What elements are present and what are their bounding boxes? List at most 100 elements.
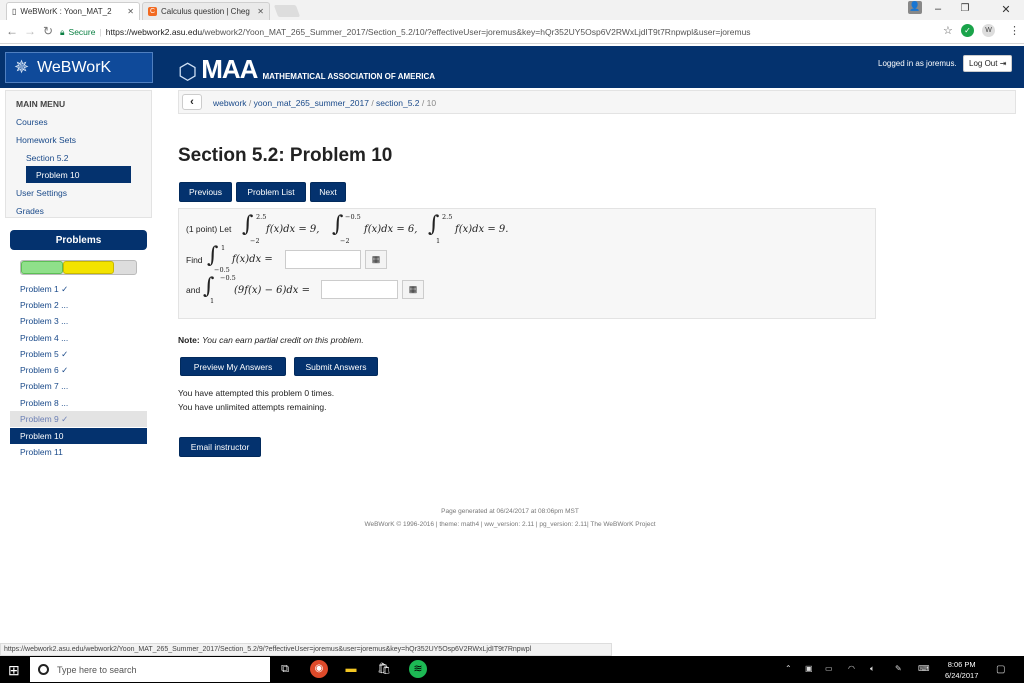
tray-app-icon[interactable]: ▣: [805, 664, 813, 673]
notifications-icon[interactable]: ▢: [996, 664, 1005, 675]
footer-credits: WeBWorK © 1996-2016 | theme: math4 | ww_…: [364, 521, 656, 528]
secure-label: Secure: [68, 27, 96, 37]
clock[interactable]: 8:06 PM 6/24/2017: [945, 659, 978, 681]
integral-expr: f(x)dx = 6,: [364, 224, 418, 235]
extension-w-icon[interactable]: W: [982, 24, 995, 37]
back-icon[interactable]: ←: [6, 24, 18, 38]
integral-sign: ∫: [428, 212, 440, 237]
extension-check-icon[interactable]: ✓: [961, 24, 974, 37]
sidebar-item-problem[interactable]: Problem 10: [26, 166, 131, 183]
breadcrumb-course[interactable]: yoon_mat_265_summer_2017: [254, 98, 369, 108]
profile-icon[interactable]: 👤: [908, 1, 922, 14]
spotify-icon[interactable]: ≋: [409, 660, 427, 678]
windows-start-icon[interactable]: ⊞: [8, 662, 20, 679]
problem-list-button[interactable]: Problem List: [236, 182, 306, 202]
problem-list-item[interactable]: Problem 5 ✓: [10, 346, 147, 362]
battery-icon[interactable]: ▭: [825, 664, 833, 673]
taskbar-search[interactable]: Type here to search: [30, 657, 270, 682]
answer-input-2[interactable]: [321, 280, 398, 299]
equation-editor-icon[interactable]: ▦: [402, 280, 424, 299]
keyboard-icon[interactable]: ⌨: [918, 664, 930, 673]
integral-expr: f(x)dx = 9.: [455, 224, 509, 235]
url-field[interactable]: 🔒︎ Secure | https://webwork2.asu.edu/web…: [60, 23, 950, 41]
bookmark-star-icon[interactable]: ☆: [943, 24, 953, 37]
integral-upper: 1: [221, 244, 226, 252]
sidebar-item-courses[interactable]: Courses: [16, 117, 48, 127]
logout-button[interactable]: Log Out ⇥: [963, 55, 1013, 72]
problem-list-item[interactable]: Problem 4 ...: [10, 330, 147, 346]
note: Note: You can earn partial credit on thi…: [178, 335, 364, 345]
close-icon[interactable]: ✕: [127, 7, 134, 16]
tab-chegg[interactable]: C Calculus question | Cheg ✕: [142, 2, 270, 20]
new-tab-button[interactable]: [273, 5, 301, 17]
minimize-icon[interactable]: –: [928, 3, 948, 15]
problem-list-item[interactable]: Problem 11: [10, 444, 147, 460]
progress-partial-segment: [63, 261, 114, 274]
remaining-text: You have unlimited attempts remaining.: [178, 402, 327, 412]
problem-list-item-current[interactable]: Problem 10: [10, 428, 147, 444]
preview-answers-button[interactable]: Preview My Answers: [180, 357, 286, 376]
sidebar-item-user-settings[interactable]: User Settings: [16, 188, 67, 198]
breadcrumb-set[interactable]: section_5.2: [376, 98, 419, 108]
file-explorer-icon[interactable]: ▬: [342, 660, 360, 678]
tab-webwork[interactable]: ▯ WeBWorK : Yoon_MAT_2 ✕: [6, 2, 140, 20]
sidebar-item-homework-sets[interactable]: Homework Sets: [16, 135, 76, 145]
answer-input-1[interactable]: [285, 250, 361, 269]
pen-icon[interactable]: ✎: [895, 664, 902, 673]
integral-lower: −0.5: [214, 266, 230, 274]
restore-icon[interactable]: ❐: [955, 3, 975, 14]
submit-answers-button[interactable]: Submit Answers: [294, 357, 378, 376]
tab-label: WeBWorK : Yoon_MAT_2: [20, 7, 112, 16]
integral-upper: −0.5: [345, 213, 361, 221]
status-bar-url: https://webwork2.asu.edu/webwork2/Yoon_M…: [0, 643, 612, 656]
integral-expr: (9f(x) − 6)dx =: [234, 285, 311, 296]
task-view-icon[interactable]: ⧉: [276, 660, 294, 678]
email-instructor-button[interactable]: Email instructor: [179, 437, 261, 457]
breadcrumb-root[interactable]: webwork: [213, 98, 247, 108]
equation-editor-icon[interactable]: ▦: [365, 250, 387, 269]
integral-lower: 1: [436, 237, 441, 245]
url-host: https://webwork2.asu.edu: [105, 27, 203, 37]
wifi-icon[interactable]: ◠: [848, 664, 855, 673]
page-title: Section 5.2: Problem 10: [178, 145, 393, 166]
webwork-logo[interactable]: ✵ WeBWorK: [5, 52, 153, 83]
reload-icon[interactable]: ↻: [43, 24, 53, 38]
back-button[interactable]: ‹: [182, 94, 202, 110]
maa-logo-text: MAA: [201, 54, 258, 84]
attempts-text: You have attempted this problem 0 times.: [178, 388, 335, 398]
problem-list-item[interactable]: Problem 8 ...: [10, 395, 147, 411]
problem-list-item[interactable]: Problem 9 ✓: [10, 411, 147, 427]
problem-list-item[interactable]: Problem 6 ✓: [10, 362, 147, 378]
microphone-icon[interactable]: 🎙︎: [246, 660, 264, 678]
previous-button[interactable]: Previous: [179, 182, 232, 202]
volume-icon[interactable]: 🔈︎: [870, 664, 875, 674]
url-path: /webwork2/Yoon_MAT_265_Summer_2017/Secti…: [202, 27, 751, 37]
note-label: Note:: [178, 335, 200, 345]
problem-list-item[interactable]: Problem 7 ...: [10, 378, 147, 394]
chrome-icon[interactable]: ◉: [310, 660, 328, 678]
find-label: Find: [186, 255, 203, 265]
logout-label: Log Out: [969, 59, 998, 68]
next-button[interactable]: Next: [310, 182, 346, 202]
note-text: You can earn partial credit on this prob…: [202, 335, 364, 345]
problem-list-item[interactable]: Problem 3 ...: [10, 313, 147, 329]
store-icon[interactable]: 🛍︎: [375, 660, 393, 678]
forward-icon[interactable]: →: [24, 24, 36, 38]
integral-sign: ∫: [332, 212, 344, 237]
tray-chevron-icon[interactable]: ⌃: [785, 664, 792, 673]
problem-list-item[interactable]: Problem 2 ...: [10, 297, 147, 313]
tab-label: Calculus question | Cheg: [161, 7, 250, 16]
page-icon: ▯: [12, 7, 17, 16]
taskbar-search-placeholder: Type here to search: [57, 664, 137, 675]
integral-lower: −2: [250, 237, 260, 245]
problems-header: Problems: [10, 230, 147, 250]
menu-icon[interactable]: ⋮: [1009, 24, 1020, 37]
window-close-icon[interactable]: ✕: [996, 3, 1016, 16]
brand-name: WeBWorK: [37, 58, 112, 76]
problem-list-item[interactable]: Problem 1 ✓: [10, 281, 147, 297]
progress-correct-segment: [21, 261, 63, 274]
close-icon[interactable]: ✕: [257, 7, 264, 16]
sidebar-item-grades[interactable]: Grades: [16, 206, 44, 216]
sidebar-item-section[interactable]: Section 5.2: [26, 153, 69, 163]
maa-logo[interactable]: ⬡ MAA MATHEMATICAL ASSOCIATION OF AMERIC…: [178, 54, 435, 85]
